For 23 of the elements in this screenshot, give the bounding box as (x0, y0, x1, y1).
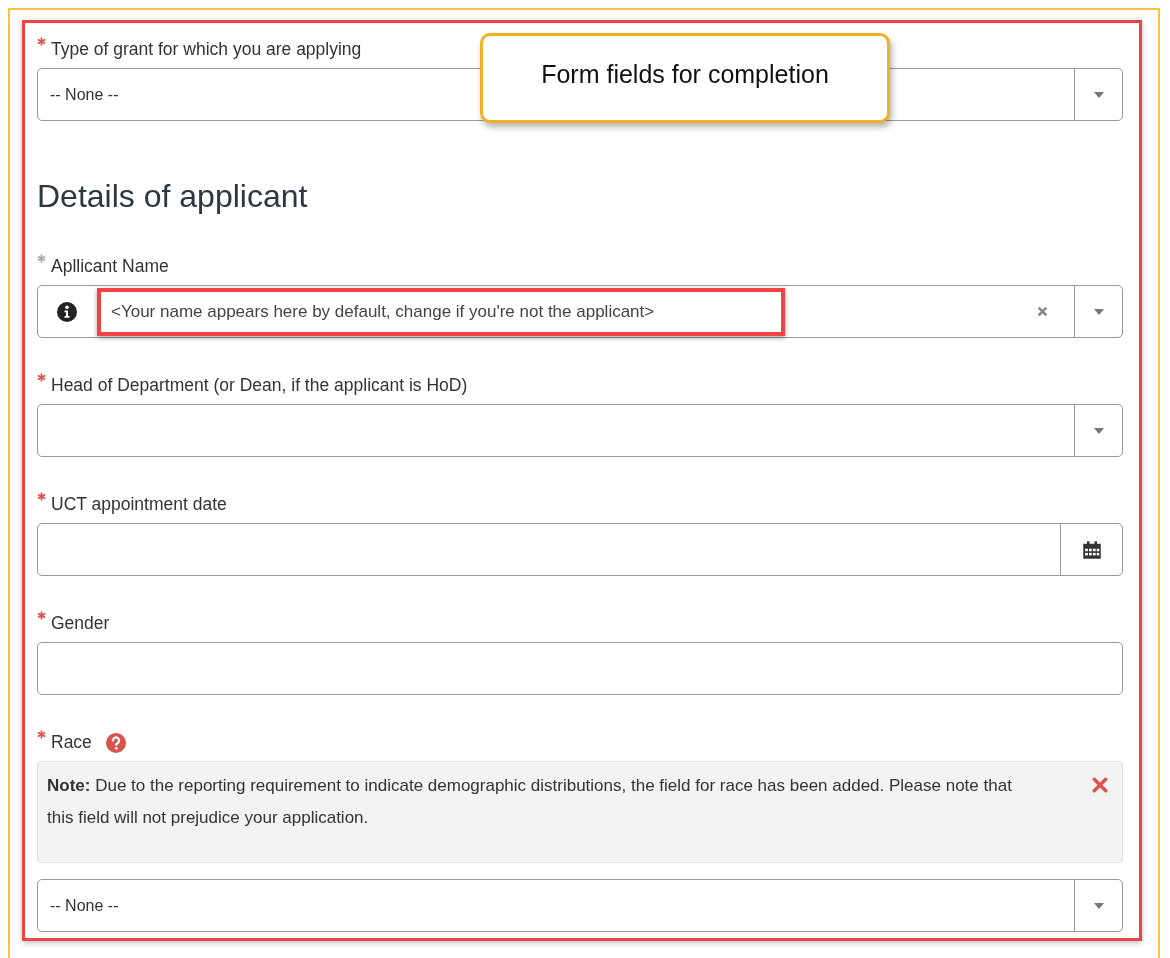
caret-icon (1093, 427, 1104, 434)
field-label: Apllicant Name (51, 256, 169, 277)
help-icon[interactable] (105, 732, 126, 753)
select-field[interactable] (37, 404, 1123, 457)
field-label: Head of Department (or Dean, if the applicant is HoD) (51, 375, 468, 396)
callout: Form fields for completion (480, 33, 890, 123)
field-label: Gender (51, 613, 110, 634)
select-field[interactable]: -- None -- (37, 879, 1123, 932)
caret-icon (1093, 308, 1104, 315)
section-heading: Details of applicant (37, 180, 309, 212)
info-icon (57, 301, 77, 322)
note-text: Note: Due to the reporting requirement to indicate demographic distributions, the field for race has been added. Please note that this field will not prejudice your application. (47, 775, 1013, 829)
date-field[interactable] (37, 523, 1123, 576)
name-input[interactable]: <Your name appears here by default, change if you're not the applicant> (97, 287, 785, 336)
clear-icon[interactable] (1037, 306, 1048, 317)
close-icon[interactable] (1092, 777, 1108, 793)
field-label: Race (51, 732, 92, 753)
caret-icon (1093, 91, 1104, 98)
text-field[interactable] (37, 642, 1123, 695)
calendar-icon (1081, 539, 1102, 560)
field-label: Type of grant for which you are applying (51, 39, 362, 60)
caret-icon (1093, 902, 1104, 909)
field-label: UCT appointment date (51, 494, 227, 515)
